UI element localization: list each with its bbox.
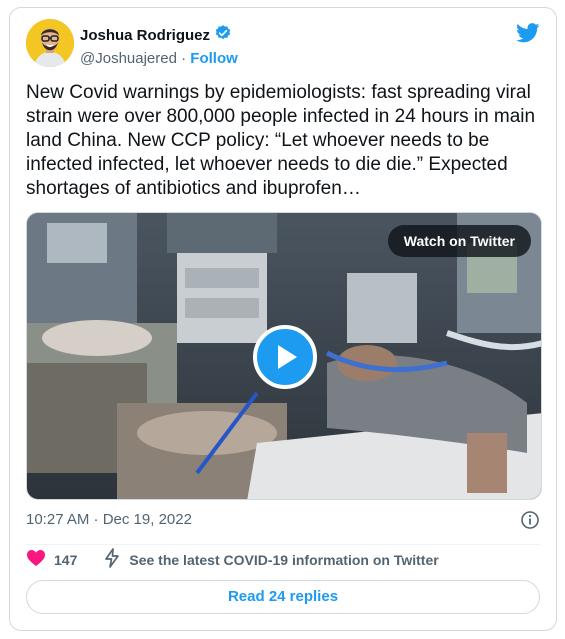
watch-on-twitter-button[interactable]: Watch on Twitter bbox=[387, 225, 531, 257]
verified-badge-icon bbox=[214, 24, 232, 47]
display-name[interactable]: Joshua Rodriguez bbox=[80, 27, 210, 44]
divider bbox=[26, 544, 540, 545]
video-player[interactable]: Watch on Twitter bbox=[26, 212, 542, 500]
avatar-image bbox=[26, 19, 74, 67]
like-heart-icon[interactable] bbox=[26, 549, 46, 572]
covid-info-label: See the latest COVID-19 information on T… bbox=[129, 552, 439, 568]
follow-link[interactable]: Follow bbox=[190, 50, 238, 67]
read-replies-button[interactable]: Read 24 replies bbox=[26, 580, 540, 614]
play-icon bbox=[278, 345, 297, 369]
info-icon[interactable] bbox=[520, 510, 540, 530]
play-button[interactable] bbox=[253, 325, 317, 389]
handle-separator: · bbox=[181, 50, 187, 67]
action-bar: 147 See the latest COVID-19 information … bbox=[26, 547, 439, 573]
tweet-text: New Covid warnings by epidemiologists: f… bbox=[26, 82, 536, 199]
author-handle[interactable]: @Joshuajered bbox=[80, 50, 177, 67]
tweet-timestamp[interactable]: 10:27 AM · Dec 19, 2022 bbox=[26, 511, 192, 528]
tweet-header: Joshua Rodriguez @Joshuajered · Follow bbox=[26, 19, 540, 69]
handle-row: @Joshuajered · Follow bbox=[80, 50, 238, 67]
lightning-icon bbox=[103, 547, 121, 573]
tweet-card: Joshua Rodriguez @Joshuajered · Follow N… bbox=[9, 7, 557, 631]
author-names: Joshua Rodriguez @Joshuajered · Follow bbox=[80, 24, 238, 67]
covid-info-link[interactable]: See the latest COVID-19 information on T… bbox=[103, 547, 439, 573]
avatar[interactable] bbox=[26, 19, 74, 67]
name-row: Joshua Rodriguez bbox=[80, 24, 238, 47]
twitter-bird-icon[interactable] bbox=[516, 23, 540, 43]
like-count[interactable]: 147 bbox=[54, 552, 77, 568]
